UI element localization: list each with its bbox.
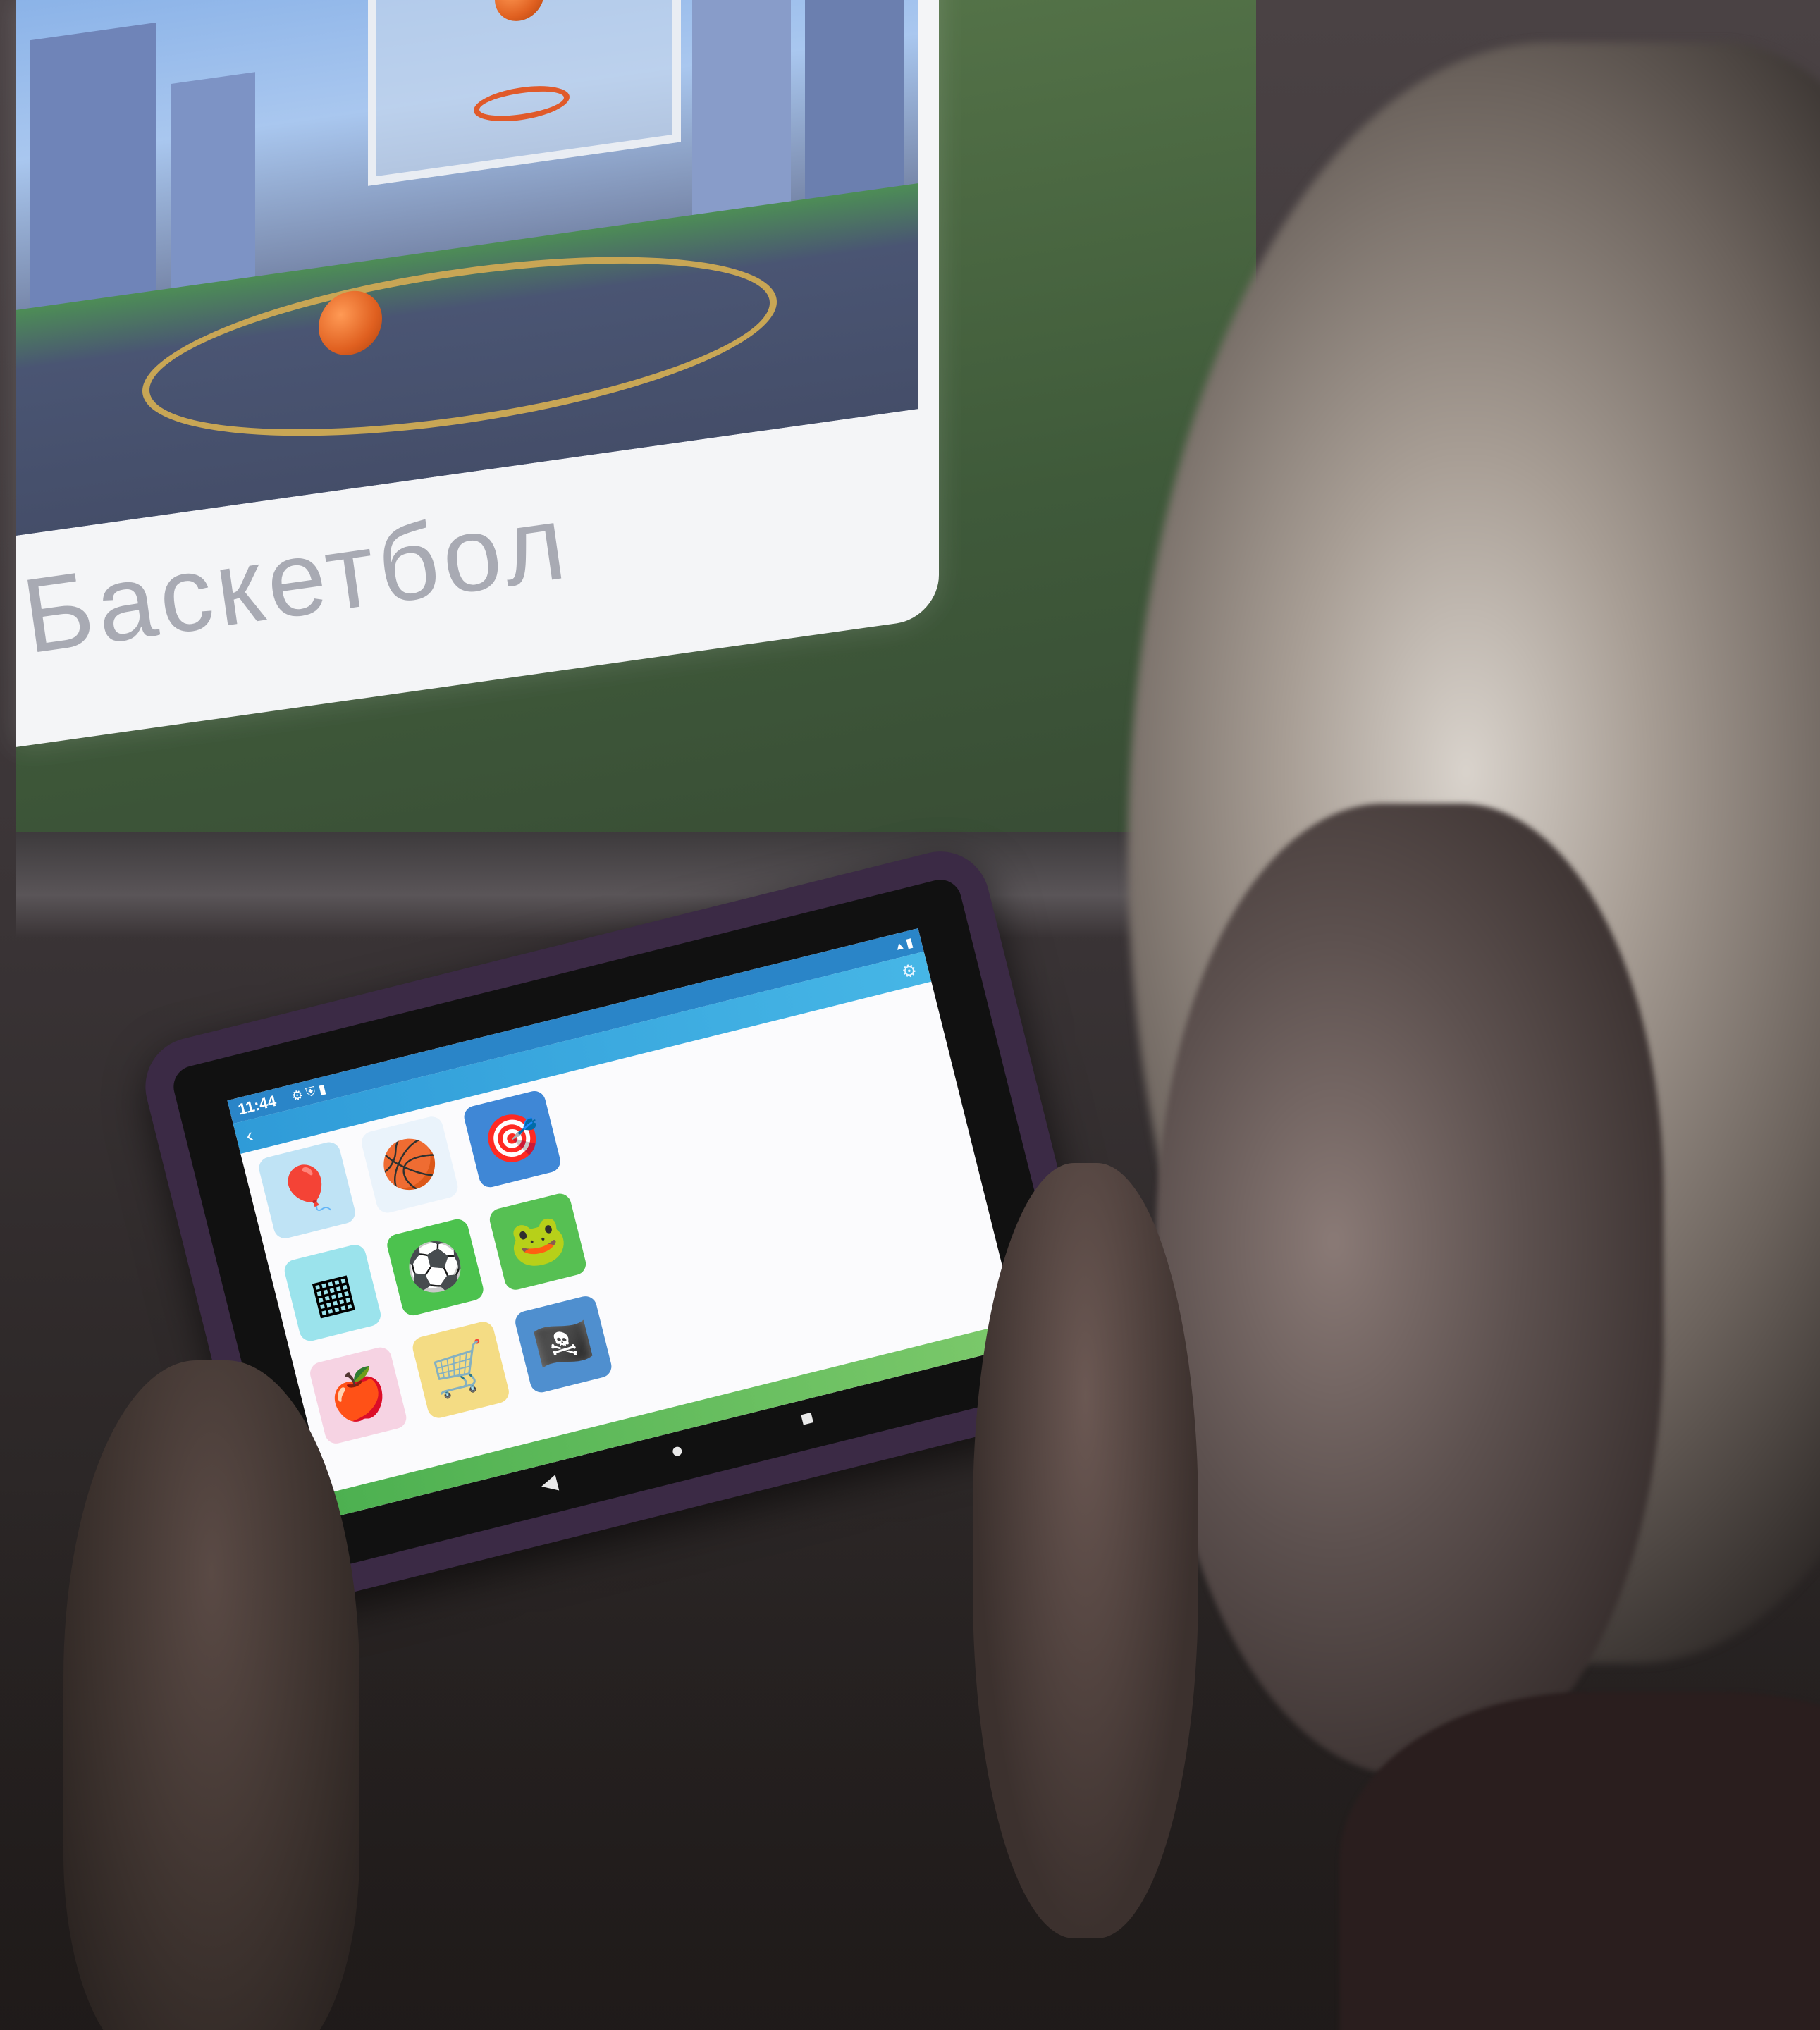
city-building (692, 0, 791, 230)
balloons-tile[interactable]: 🎈 (257, 1140, 358, 1241)
picture-card-icon: 🍎 (324, 1362, 393, 1427)
frog-tile[interactable]: 🐸 (487, 1191, 589, 1293)
shapes-icon: ▦ (305, 1262, 360, 1324)
soccer-ball-tile[interactable]: ⚽ (384, 1217, 486, 1318)
balloons-icon: 🎈 (272, 1157, 342, 1222)
pirate-icon: 🏴‍☠️ (529, 1311, 598, 1377)
right-hand (973, 1163, 1198, 1938)
picture-card-tile[interactable]: 🍎 (307, 1345, 409, 1446)
child-face (1156, 804, 1664, 1776)
nav-back-button[interactable]: ◀ (539, 1470, 560, 1498)
nav-recent-button[interactable]: ■ (798, 1405, 816, 1432)
treasure-cart-icon: 🛒 (426, 1336, 496, 1402)
treasure-cart-tile[interactable]: 🛒 (410, 1319, 512, 1421)
basketball-tile[interactable]: 🏀 (359, 1114, 460, 1215)
child-shoulder (1339, 1692, 1820, 2030)
target-icon: 🎯 (477, 1106, 547, 1171)
projection-edge (16, 832, 1256, 937)
target-tile[interactable]: 🎯 (462, 1088, 563, 1190)
back-arrow-icon[interactable]: ‹ (244, 1124, 256, 1147)
photo-scene: Баскетбол 11:44 ⚙ ⛨ ▮ ▴ ▮ ‹ ⚙ 🎈 🏀 🎯 ▦ ⚽ 🐸 🍎 🛒 🏴‍… (0, 0, 1820, 2030)
shapes-tile[interactable]: ▦ (282, 1242, 383, 1343)
frog-icon: 🐸 (503, 1208, 572, 1274)
city-building (30, 22, 156, 337)
basketball-icon: 🏀 (375, 1131, 444, 1197)
soccer-ball-icon: ⚽ (400, 1234, 470, 1299)
gear-icon[interactable]: ⚙ (899, 960, 919, 983)
nav-home-button[interactable]: ● (668, 1438, 687, 1464)
left-hand (63, 1360, 359, 2030)
pirate-tile[interactable]: 🏴‍☠️ (512, 1293, 614, 1395)
